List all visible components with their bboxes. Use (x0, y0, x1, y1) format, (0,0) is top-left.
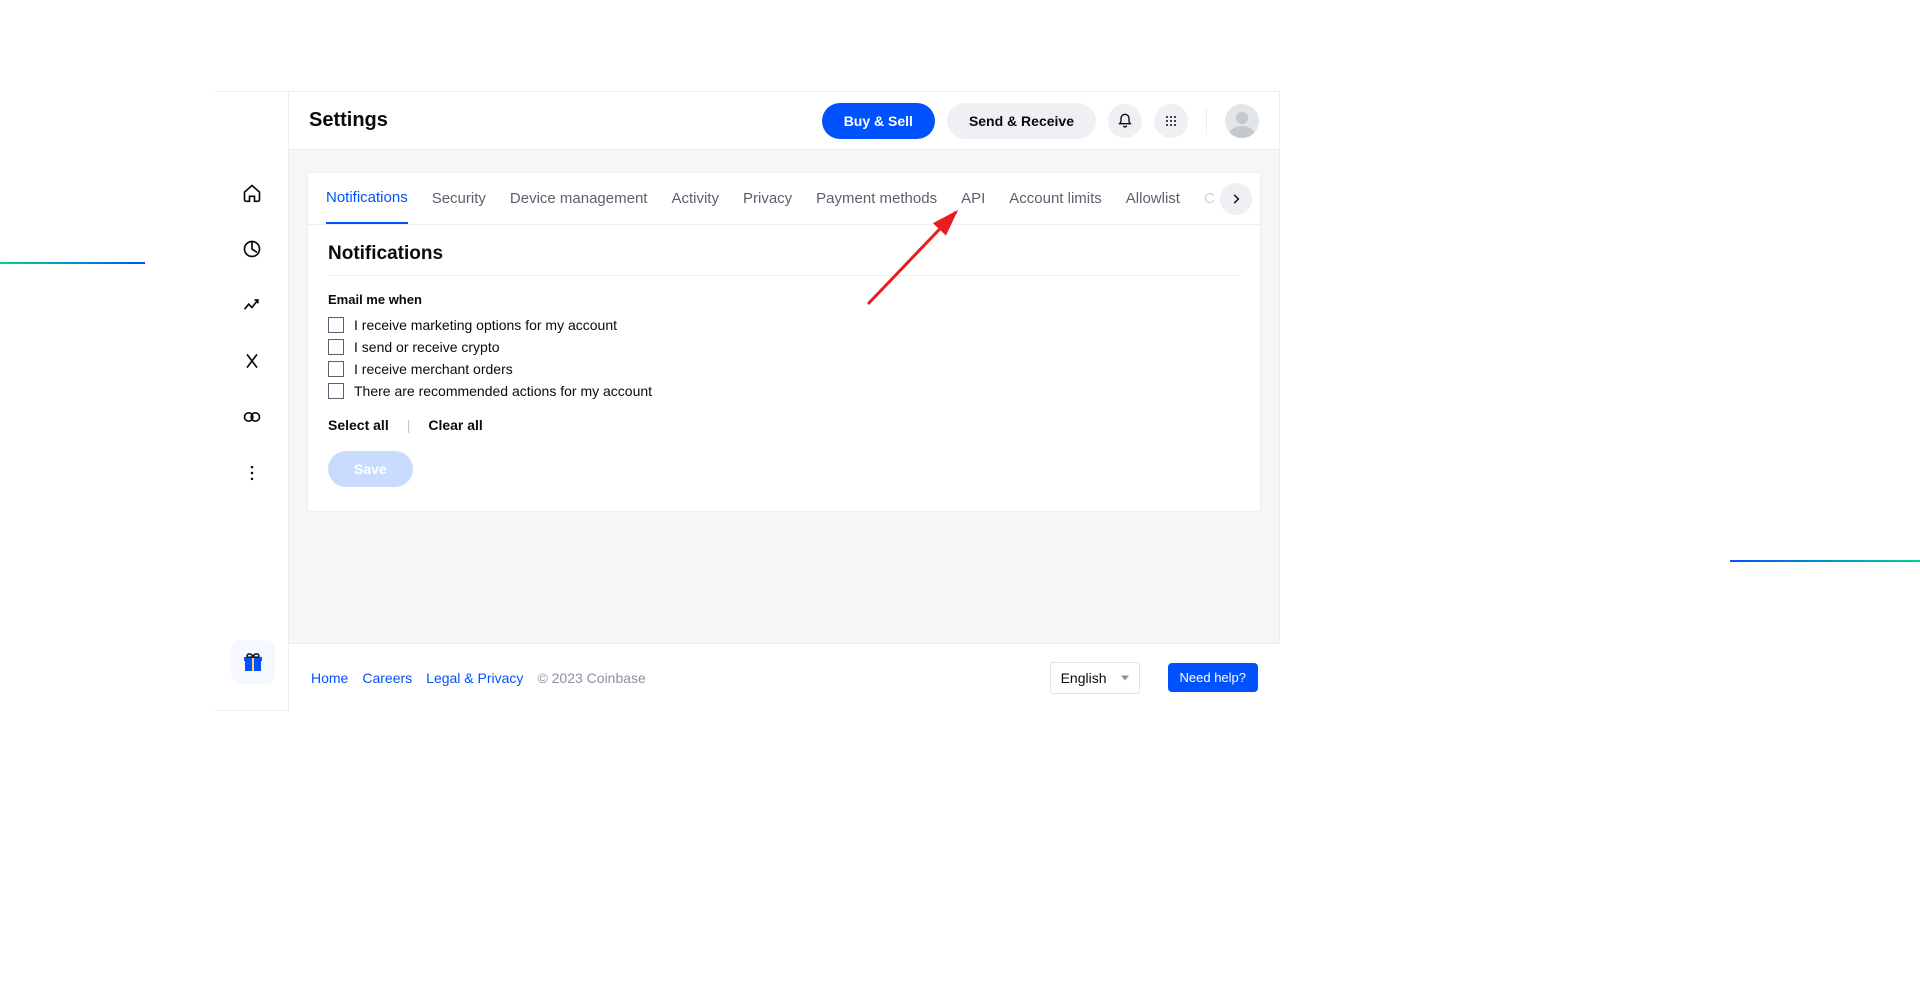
nav-more-icon[interactable] (241, 462, 263, 484)
rewards-gift-button[interactable] (231, 640, 275, 684)
bell-icon (1117, 113, 1133, 129)
send-receive-button[interactable]: Send & Receive (947, 103, 1096, 139)
tab-payment-methods[interactable]: Payment methods (816, 173, 937, 224)
bulk-actions: Select all | Clear all (328, 417, 1240, 433)
option-merchant-orders[interactable]: I receive merchant orders (328, 361, 1240, 377)
tab-security[interactable]: Security (432, 173, 486, 224)
option-marketing-label: I receive marketing options for my accou… (354, 317, 617, 333)
nav-earn-icon[interactable] (241, 350, 263, 372)
tab-notifications[interactable]: Notifications (326, 173, 408, 224)
option-recommended-actions-checkbox[interactable] (328, 383, 344, 399)
sidebar-nav (215, 92, 289, 710)
email-me-when-label: Email me when (328, 292, 1240, 307)
option-marketing-checkbox[interactable] (328, 317, 344, 333)
tab-activity[interactable]: Activity (671, 173, 719, 224)
settings-tabs: Notifications Security Device management… (308, 173, 1260, 225)
tab-privacy[interactable]: Privacy (743, 173, 792, 224)
option-send-receive-crypto-checkbox[interactable] (328, 339, 344, 355)
notification-options-list: I receive marketing options for my accou… (328, 317, 1240, 399)
tab-account-limits[interactable]: Account limits (1009, 173, 1102, 224)
option-recommended-actions[interactable]: There are recommended actions for my acc… (328, 383, 1240, 399)
page-title: Settings (309, 109, 388, 132)
topbar-separator (1206, 107, 1207, 135)
language-select-value: English (1061, 670, 1107, 686)
tab-overflow-partial[interactable]: C (1204, 173, 1215, 224)
top-bar: Settings Buy & Sell Send & Receive (289, 92, 1279, 150)
nav-home-icon[interactable] (241, 182, 263, 204)
nav-trade-icon[interactable] (241, 294, 263, 316)
footer-copyright: © 2023 Coinbase (537, 670, 645, 686)
app-window: Settings Buy & Sell Send & Receive Notif… (215, 91, 1280, 711)
footer: Home Careers Legal & Privacy © 2023 Coin… (289, 643, 1280, 711)
option-send-receive-crypto-label: I send or receive crypto (354, 339, 500, 355)
section-separator (328, 275, 1240, 276)
card-body: Notifications Email me when I receive ma… (308, 225, 1260, 511)
option-marketing[interactable]: I receive marketing options for my accou… (328, 317, 1240, 333)
footer-link-careers[interactable]: Careers (362, 670, 412, 686)
buy-sell-button[interactable]: Buy & Sell (822, 103, 935, 139)
chevron-right-icon (1229, 192, 1243, 206)
gift-icon (241, 650, 265, 674)
tab-device-management[interactable]: Device management (510, 173, 648, 224)
bulk-divider: | (407, 417, 411, 433)
clear-all-link[interactable]: Clear all (428, 417, 482, 433)
footer-link-legal-privacy[interactable]: Legal & Privacy (426, 670, 523, 686)
option-merchant-orders-checkbox[interactable] (328, 361, 344, 377)
grid-icon (1163, 113, 1179, 129)
option-merchant-orders-label: I receive merchant orders (354, 361, 513, 377)
content-area: Notifications Security Device management… (289, 150, 1279, 710)
select-all-link[interactable]: Select all (328, 417, 389, 433)
option-send-receive-crypto[interactable]: I send or receive crypto (328, 339, 1240, 355)
settings-card: Notifications Security Device management… (307, 172, 1261, 512)
profile-avatar[interactable] (1225, 104, 1259, 138)
notifications-bell-button[interactable] (1108, 104, 1142, 138)
nav-portfolio-icon[interactable] (241, 238, 263, 260)
footer-link-home[interactable]: Home (311, 670, 348, 686)
option-recommended-actions-label: There are recommended actions for my acc… (354, 383, 652, 399)
language-select[interactable]: English (1050, 662, 1140, 694)
tab-api[interactable]: API (961, 173, 985, 224)
nav-learn-icon[interactable] (241, 406, 263, 428)
apps-grid-button[interactable] (1154, 104, 1188, 138)
save-button[interactable]: Save (328, 451, 413, 487)
tabs-scroll-right-button[interactable] (1220, 183, 1252, 215)
accent-right (1730, 560, 1920, 562)
tab-allowlist[interactable]: Allowlist (1126, 173, 1180, 224)
accent-top-left (0, 262, 145, 264)
section-title: Notifications (328, 243, 1240, 265)
main-area: Settings Buy & Sell Send & Receive Notif… (289, 92, 1279, 710)
need-help-button[interactable]: Need help? (1168, 663, 1259, 692)
